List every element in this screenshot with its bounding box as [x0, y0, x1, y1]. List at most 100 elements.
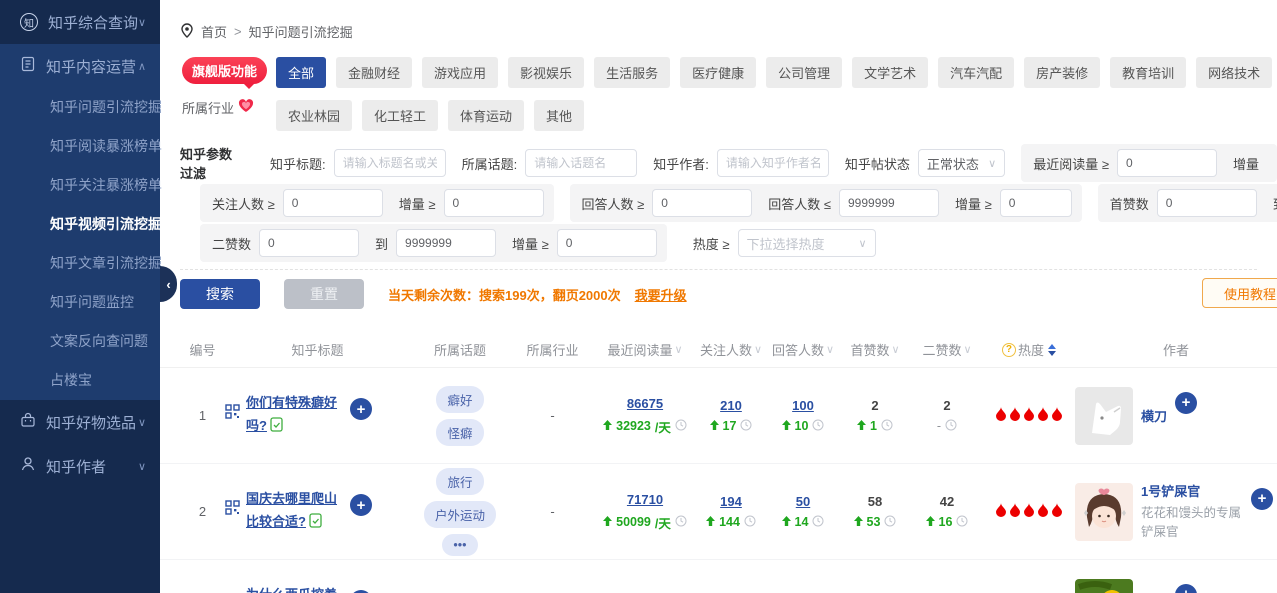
topic-filter-input[interactable]: [525, 149, 637, 177]
filter-row-3: 二赞数 到 增量 ≥ 热度 ≥ 下拉选择热度 ∨: [160, 223, 1277, 263]
sidebar-group: 知乎内容运营 ∧ 知乎问题引流挖掘知乎阅读暴涨榜单知乎关注暴涨榜单知乎视频引流挖…: [0, 44, 160, 400]
column-header[interactable]: 首赞数∨: [839, 340, 911, 359]
second-like-from-input[interactable]: [259, 229, 359, 257]
add-monitor-button[interactable]: +: [350, 494, 372, 516]
chick-cartoon-avatar[interactable]: [1075, 579, 1133, 593]
industry-tab[interactable]: 生活服务: [594, 57, 670, 88]
industry-tab[interactable]: 其他: [534, 100, 584, 131]
add-monitor-button[interactable]: +: [350, 398, 372, 420]
dog-sketch-avatar[interactable]: [1075, 387, 1133, 445]
metric-value-link[interactable]: 194: [695, 494, 767, 509]
topic-tag[interactable]: 户外运动: [424, 501, 496, 528]
sidebar-item-0[interactable]: 知 知乎综合查询 ∨: [0, 0, 160, 44]
answer-increment-input[interactable]: [1000, 189, 1072, 217]
doc-check-icon[interactable]: [270, 417, 283, 439]
sidebar-subitem-6[interactable]: 文案反向查问题: [0, 322, 160, 361]
follow-author-button[interactable]: +: [1251, 488, 1273, 510]
sidebar-item-2[interactable]: 知乎好物选品 ∨: [0, 400, 160, 444]
column-header[interactable]: ?热度: [983, 340, 1075, 359]
industry-tab[interactable]: 金融财经: [336, 57, 412, 88]
sort-caret-icon[interactable]: ∨: [754, 343, 762, 356]
author-name-link[interactable]: 横刀: [1141, 406, 1167, 425]
answer-min-label: 回答人数 ≥: [582, 194, 645, 213]
sidebar-subitem-2[interactable]: 知乎关注暴涨榜单: [0, 166, 160, 205]
follow-increment-input[interactable]: [444, 189, 544, 217]
industry-tab[interactable]: 公司管理: [766, 57, 842, 88]
column-header[interactable]: 二赞数∨: [911, 340, 983, 359]
industry-tab[interactable]: 房产装修: [1024, 57, 1100, 88]
reset-button[interactable]: 重置: [284, 279, 364, 309]
industry-tab[interactable]: 体育运动: [448, 100, 524, 131]
industry-tab[interactable]: 医疗健康: [680, 57, 756, 88]
answer-min-input[interactable]: [652, 189, 752, 217]
sort-updown-icon[interactable]: [1048, 344, 1056, 356]
sort-caret-icon[interactable]: ∨: [674, 343, 682, 356]
metric-value-link[interactable]: 100: [767, 398, 839, 413]
author-filter-input[interactable]: [717, 149, 829, 177]
metric-value-link[interactable]: 50: [767, 494, 839, 509]
metric-value-link[interactable]: 210: [695, 398, 767, 413]
industry-tab[interactable]: 农业林园: [276, 100, 352, 131]
second-like-to-input[interactable]: [396, 229, 496, 257]
collapse-arrow-icon: ‹: [166, 278, 170, 291]
breadcrumb-home[interactable]: 首页: [201, 22, 227, 41]
upgrade-link[interactable]: 我要升级: [635, 285, 687, 304]
second-like-increment-input[interactable]: [557, 229, 657, 257]
topic-tag[interactable]: 旅行: [436, 468, 483, 495]
sidebar-subitem-4[interactable]: 知乎文章引流挖掘: [0, 244, 160, 283]
qr-icon[interactable]: [225, 404, 240, 422]
sort-caret-icon[interactable]: ∨: [891, 343, 899, 356]
industry-tab[interactable]: 文学艺术: [852, 57, 928, 88]
column-header[interactable]: 回答人数∨: [767, 340, 839, 359]
metric-delta: 50099/天: [595, 513, 695, 532]
sidebar-subitem-0[interactable]: 知乎问题引流挖掘: [0, 88, 160, 127]
sidebar-subitem-5[interactable]: 知乎问题监控: [0, 283, 160, 322]
heat-select[interactable]: 下拉选择热度 ∨: [738, 229, 876, 257]
qr-icon[interactable]: [225, 500, 240, 518]
status-select[interactable]: 正常状态 ∨: [918, 149, 1005, 177]
follow-author-button[interactable]: +: [1175, 584, 1197, 593]
search-button[interactable]: 搜索: [180, 279, 260, 309]
first-like-from-input[interactable]: [1157, 189, 1257, 217]
sidebar-item-1[interactable]: 知乎内容运营 ∧: [0, 44, 160, 88]
girl-cartoon-avatar[interactable]: [1075, 483, 1133, 541]
fire-icon: [1051, 407, 1063, 424]
sidebar-item-3[interactable]: 知乎作者 ∨: [0, 444, 160, 488]
location-pin-icon: [180, 23, 194, 41]
author-name-link[interactable]: 1号铲屎官: [1141, 481, 1243, 500]
industry-tab[interactable]: 汽车汽配: [938, 57, 1014, 88]
sidebar-item-label: 知乎好物选品: [46, 412, 138, 433]
industry-tab[interactable]: 化工轻工: [362, 100, 438, 131]
sort-caret-icon[interactable]: ∨: [963, 343, 971, 356]
follow-count-input[interactable]: [283, 189, 383, 217]
industry-tab[interactable]: 影视娱乐: [508, 57, 584, 88]
sidebar-subitem-1[interactable]: 知乎阅读暴涨榜单: [0, 127, 160, 166]
industry-tab[interactable]: 网络技术: [1196, 57, 1272, 88]
title-filter-input[interactable]: [334, 149, 446, 177]
heat-help-icon[interactable]: ?: [1002, 343, 1016, 357]
question-title-link[interactable]: 为什么西瓜挖着: [246, 584, 344, 593]
metric-value-link[interactable]: 71710: [595, 492, 695, 507]
doc-check-icon[interactable]: [309, 513, 322, 535]
industry-tab[interactable]: 全部: [276, 57, 326, 88]
read-count-input[interactable]: [1117, 149, 1217, 177]
topic-tag[interactable]: 癖好: [436, 386, 483, 413]
topic-tag[interactable]: •••: [442, 534, 477, 556]
answer-max-input[interactable]: [839, 189, 939, 217]
question-title-link[interactable]: 你们有特殊癖好吗?: [246, 392, 344, 438]
column-header[interactable]: 最近阅读量∨: [595, 340, 695, 359]
sidebar-subitem-7[interactable]: 占楼宝: [0, 361, 160, 400]
follow-author-button[interactable]: +: [1175, 392, 1197, 414]
industry-tab[interactable]: 教育培训: [1110, 57, 1186, 88]
topic-tag[interactable]: 怪癖: [436, 419, 483, 446]
sidebar-subitem-3[interactable]: 知乎视频引流挖掘: [0, 205, 160, 244]
follow-count-filter-group: 关注人数 ≥ 增量 ≥: [200, 184, 554, 222]
metric-value: 2: [911, 398, 983, 413]
industry-tab[interactable]: 游戏应用: [422, 57, 498, 88]
metric-value-link[interactable]: 86675: [595, 396, 695, 411]
tutorial-button[interactable]: 使用教程: [1202, 278, 1277, 308]
sort-caret-icon[interactable]: ∨: [826, 343, 834, 356]
title-cell: 国庆去哪里爬山比较合适? +: [225, 488, 410, 534]
column-header[interactable]: 关注人数∨: [695, 340, 767, 359]
question-title-link[interactable]: 国庆去哪里爬山比较合适?: [246, 488, 344, 534]
